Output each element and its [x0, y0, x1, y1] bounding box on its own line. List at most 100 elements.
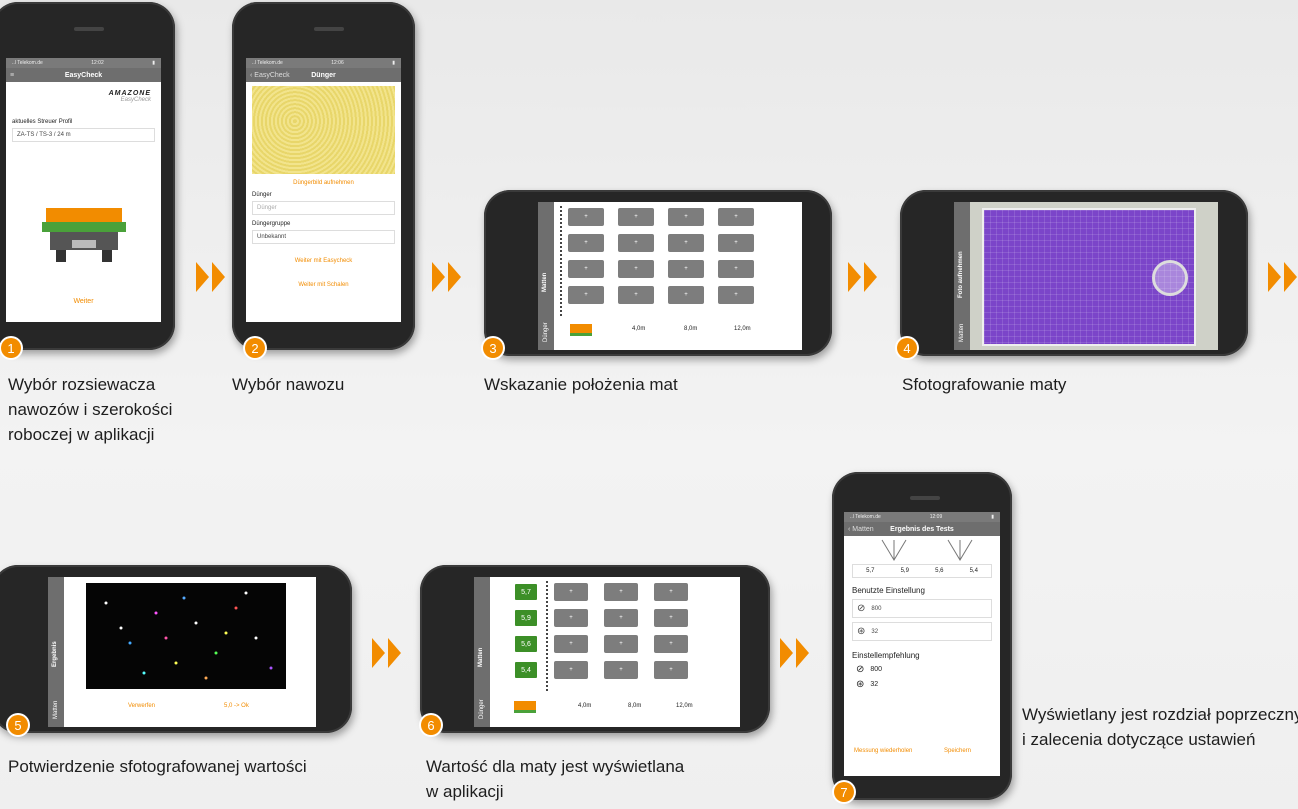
- spreader-image: [42, 208, 126, 262]
- next-button[interactable]: Weiter: [786, 269, 792, 286]
- step-badge-6: 6: [421, 715, 441, 735]
- mat-slot[interactable]: +: [618, 234, 654, 252]
- mat-slot[interactable]: +: [554, 661, 588, 679]
- dashed-divider: [546, 581, 548, 691]
- mat-slot[interactable]: +: [568, 208, 604, 226]
- disc-icon: ⊛: [856, 679, 865, 690]
- nav-title: EasyCheck: [64, 71, 103, 79]
- result-values: 5,7 5,9 5,6 5,4: [852, 564, 992, 578]
- menu-icon[interactable]: ≡: [10, 72, 14, 79]
- arrow-3-4: [848, 262, 880, 292]
- status-bar: ..l Telekom.de 12:06 ▮: [246, 58, 401, 68]
- mat-slot[interactable]: +: [668, 234, 704, 252]
- nav-bar: ‹ Matten Ergebnis des Tests: [844, 522, 1000, 536]
- mat-slot[interactable]: +: [718, 286, 754, 304]
- nav-title: Ergebnis des Tests: [890, 525, 954, 533]
- back-button[interactable]: Matten: [959, 324, 965, 342]
- caption-step-6: Wartość dla maty jest wyświetlana w apli…: [426, 757, 685, 801]
- disc-icon: ⊛: [857, 626, 866, 637]
- recommendation-title: Einstellempfehlung: [852, 651, 920, 660]
- phone-step-6: Matten Dünger 5,7 + + + 5,9 + + + 5,6 + + + 5,4 + +…: [420, 565, 770, 733]
- profile-field[interactable]: ZA-TS / TS-3 / 24 m: [12, 128, 155, 142]
- spreader-icon: [570, 324, 592, 336]
- dosing-icon: ⊘: [857, 603, 866, 614]
- mat-slot[interactable]: +: [618, 208, 654, 226]
- screen-step-7: ..l Telekom.de 12:09 ▮ ‹ Matten Ergebnis d…: [844, 512, 1000, 776]
- mat-slot[interactable]: +: [668, 208, 704, 226]
- screen-step-1: ..l Telekom.de 12:02 ▮ ≡ EasyCheck AMAZONE…: [6, 58, 161, 322]
- fertilizer-input[interactable]: Dünger: [252, 201, 395, 215]
- shutter-button[interactable]: [1152, 260, 1188, 296]
- distance-label: 12,0m: [676, 703, 693, 709]
- back-button[interactable]: ‹ EasyCheck: [250, 72, 290, 79]
- caption-step-3: Wskazanie położenia mat: [484, 375, 678, 394]
- nav-bar: ‹ EasyCheck Dünger: [246, 68, 401, 82]
- mat-slot[interactable]: +: [568, 286, 604, 304]
- arrow-1-2: [196, 262, 228, 292]
- mat-slot[interactable]: +: [668, 286, 704, 304]
- step-badge-4: 4: [897, 338, 917, 358]
- continue-trays-button[interactable]: Weiter mit Schalen: [246, 282, 401, 288]
- mat-slot[interactable]: +: [568, 234, 604, 252]
- result-photo: [86, 583, 286, 689]
- earpiece: [910, 496, 940, 500]
- mat-slot[interactable]: +: [654, 583, 688, 601]
- mat-slot[interactable]: +: [554, 635, 588, 653]
- screen-step-3: Matten Dünger + + + + + + + + + + + + + + + + 4,0m 8…: [538, 202, 802, 350]
- mat-slot[interactable]: +: [618, 286, 654, 304]
- mat-slot[interactable]: +: [604, 609, 638, 627]
- mat-slot[interactable]: +: [654, 661, 688, 679]
- phone-step-1: ..l Telekom.de 12:02 ▮ ≡ EasyCheck AMAZONE…: [0, 2, 175, 350]
- mat-slot[interactable]: +: [604, 583, 638, 601]
- mat-slot[interactable]: +: [554, 609, 588, 627]
- mat-grid: + + + + + + + + + + + + + + + +: [568, 208, 754, 304]
- distance-label: 12,0m: [734, 326, 751, 332]
- fertilizer-group-field[interactable]: Unbekannt: [252, 230, 395, 244]
- capture-fertilizer-button[interactable]: Düngerbild aufnehmen: [246, 180, 401, 186]
- mat-slot[interactable]: +: [718, 234, 754, 252]
- status-bar: ..l Telekom.de 12:02 ▮: [6, 58, 161, 68]
- mat-slot[interactable]: +: [654, 635, 688, 653]
- screen-step-2: ..l Telekom.de 12:06 ▮ ‹ EasyCheck Dünger …: [246, 58, 401, 322]
- back-button[interactable]: ‹ Matten: [848, 526, 874, 533]
- caption-step-4: Sfotografowanie maty: [902, 375, 1067, 394]
- phone-step-4: Foto aufnehmen Matten: [900, 190, 1248, 356]
- earpiece: [74, 27, 104, 31]
- reject-button[interactable]: Verwerfen: [128, 703, 155, 709]
- back-button[interactable]: Dünger: [543, 322, 549, 342]
- distance-label: 4,0m: [578, 703, 592, 709]
- fertilizer-group-label: Düngergruppe: [252, 221, 291, 227]
- mat-slot[interactable]: +: [604, 635, 638, 653]
- repeat-measurement-button[interactable]: Messung wiederholen: [854, 748, 912, 754]
- recommendation-row: ⊘ 800: [856, 664, 883, 675]
- mat-value[interactable]: 5,4: [514, 661, 538, 679]
- mat-slot[interactable]: +: [718, 260, 754, 278]
- mat-slot[interactable]: +: [718, 208, 754, 226]
- back-button[interactable]: Matten: [53, 701, 59, 719]
- nav-title: Matten: [478, 647, 484, 667]
- next-button[interactable]: Weiter: [6, 298, 161, 305]
- mat-value[interactable]: 5,6: [514, 635, 538, 653]
- earpiece: [314, 27, 344, 31]
- mat-slot[interactable]: +: [668, 260, 704, 278]
- mat-slot[interactable]: +: [568, 260, 604, 278]
- spreader-icon: [514, 701, 536, 713]
- step-badge-3: 3: [483, 338, 503, 358]
- mat-slot[interactable]: +: [654, 609, 688, 627]
- continue-easycheck-button[interactable]: Weiter mit Easycheck: [246, 258, 401, 264]
- mat-slot[interactable]: +: [604, 661, 638, 679]
- profile-label: aktuelles Streuer Profil: [12, 119, 73, 125]
- back-button[interactable]: Dünger: [479, 699, 485, 719]
- nav-title: Ergebnis: [52, 641, 58, 667]
- caption-step-2: Wybór nawozu: [232, 375, 345, 394]
- mat-slot[interactable]: +: [554, 583, 588, 601]
- mat-value[interactable]: 5,9: [514, 609, 538, 627]
- accept-button[interactable]: 5,0 -> Ok: [224, 703, 249, 709]
- step-badge-5: 5: [8, 715, 28, 735]
- next-button[interactable]: Weiter: [724, 644, 730, 661]
- mat-value[interactable]: 5,7: [514, 583, 538, 601]
- distribution-diagram: [881, 539, 973, 561]
- save-button[interactable]: Speichern: [944, 748, 971, 754]
- mat-slot[interactable]: +: [618, 260, 654, 278]
- used-setting-row: ⊛ 32: [852, 622, 992, 641]
